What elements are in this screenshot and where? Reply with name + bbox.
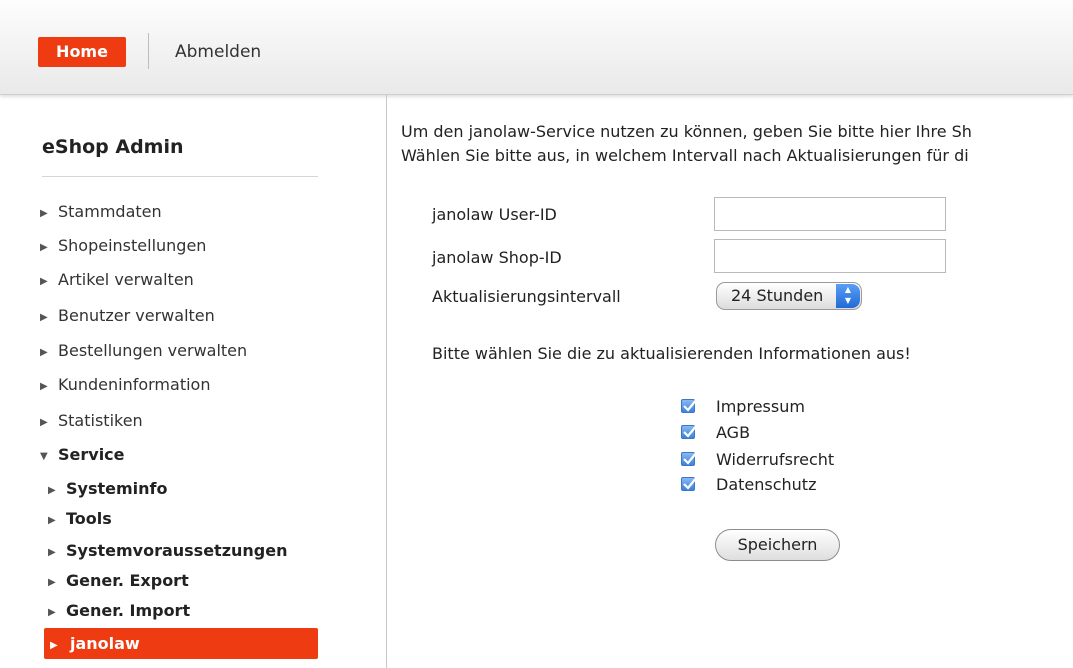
sidebar-item-label: Benutzer verwalten: [58, 306, 215, 325]
checkbox[interactable]: [681, 451, 698, 466]
sidebar-subitem-gener-import[interactable]: ▶ Gener. Import: [48, 597, 190, 625]
sidebar-item-statistiken[interactable]: ▶ Statistiken: [40, 407, 143, 435]
home-button[interactable]: Home: [38, 37, 126, 67]
checkmark-icon: [683, 424, 698, 438]
sidebar-item-service[interactable]: ▼ Service: [40, 441, 125, 469]
checkmark-icon: [683, 476, 698, 490]
sidebar-item-label: Artikel verwalten: [58, 270, 194, 289]
sidebar-title: eShop Admin: [42, 136, 184, 158]
chevron-right-icon: ▶: [40, 381, 48, 392]
instruction-text: Bitte wählen Sie die zu aktualisierenden…: [432, 344, 911, 363]
top-bar: Home Abmelden: [0, 0, 1073, 95]
interval-label: Aktualisierungsintervall: [432, 287, 621, 306]
chevron-right-icon: ▶: [40, 347, 48, 358]
top-separator: [148, 33, 149, 69]
chevron-right-icon: ▶: [40, 242, 48, 253]
checkbox-label: Datenschutz: [716, 475, 817, 494]
checkbox[interactable]: [681, 398, 698, 413]
sidebar-item-label: Stammdaten: [58, 202, 162, 221]
intro-text-line1: Um den janolaw-Service nutzen zu können,…: [401, 122, 972, 141]
sidebar-divider: [386, 95, 387, 668]
shopid-input[interactable]: [714, 239, 946, 273]
sidebar-item-label: Tools: [66, 509, 112, 528]
sidebar-item-benutzer-verwalten[interactable]: ▶ Benutzer verwalten: [40, 302, 215, 330]
userid-label: janolaw User-ID: [432, 205, 557, 224]
save-button[interactable]: Speichern: [715, 529, 840, 561]
sidebar-item-artikel-verwalten[interactable]: ▶ Artikel verwalten: [40, 266, 194, 294]
sidebar-subitem-systemvoraussetzungen[interactable]: ▶ Systemvoraussetzungen: [48, 537, 287, 565]
sidebar-subitem-tools[interactable]: ▶ Tools: [48, 505, 112, 533]
sidebar-item-kundeninformation[interactable]: ▶ Kundeninformation: [40, 371, 210, 399]
sidebar-item-label: Gener. Export: [66, 571, 189, 590]
sidebar-subitem-gener-export[interactable]: ▶ Gener. Export: [48, 567, 189, 595]
shopid-label: janolaw Shop-ID: [432, 248, 562, 267]
checkmark-icon: [683, 451, 698, 465]
sidebar-item-stammdaten[interactable]: ▶ Stammdaten: [40, 198, 162, 226]
chevron-right-icon: ▶: [48, 607, 56, 618]
intro-text-line2: Wählen Sie bitte aus, in welchem Interva…: [401, 146, 969, 165]
sidebar-item-label: Service: [58, 445, 125, 464]
userid-input[interactable]: [714, 197, 946, 231]
interval-select[interactable]: 24 Stunden ▲ ▼: [716, 282, 862, 310]
sidebar-item-bestellungen-verwalten[interactable]: ▶ Bestellungen verwalten: [40, 337, 247, 365]
sidebar-item-label: Statistiken: [58, 411, 143, 430]
chevron-right-icon: ▶: [48, 577, 56, 588]
chevron-right-icon: ▶: [40, 312, 48, 323]
chevron-down-icon: ▼: [40, 451, 48, 462]
sidebar-item-label: janolaw: [70, 634, 140, 653]
sidebar-subitem-janolaw[interactable]: ▶ janolaw: [44, 628, 318, 659]
checkbox-label: Impressum: [716, 397, 805, 416]
checkmark-icon: [683, 398, 698, 412]
sidebar-item-shopeinstellungen[interactable]: ▶ Shopeinstellungen: [40, 232, 206, 260]
sidebar-item-label: Gener. Import: [66, 601, 191, 620]
chevron-right-icon: ▶: [40, 417, 48, 428]
chevron-right-icon: ▶: [50, 640, 58, 651]
chevron-right-icon: ▶: [40, 208, 48, 219]
sidebar-item-label: Systeminfo: [66, 479, 168, 498]
sidebar-rule: [42, 176, 318, 177]
checkbox[interactable]: [681, 424, 698, 439]
interval-select-value: 24 Stunden: [731, 286, 824, 305]
chevron-right-icon: ▶: [40, 276, 48, 287]
sidebar-item-label: Systemvoraussetzungen: [66, 541, 288, 560]
sidebar-item-label: Kundeninformation: [58, 375, 211, 394]
sidebar-subitem-systeminfo[interactable]: ▶ Systeminfo: [48, 475, 167, 503]
logout-link[interactable]: Abmelden: [175, 38, 261, 66]
checkbox[interactable]: [681, 476, 698, 491]
chevron-right-icon: ▶: [48, 547, 56, 558]
sidebar-item-label: Bestellungen verwalten: [58, 341, 248, 360]
checkbox-label: Widerrufsrecht: [716, 450, 835, 469]
chevron-right-icon: ▶: [48, 515, 56, 526]
chevron-right-icon: ▶: [48, 485, 56, 496]
sidebar-item-label: Shopeinstellungen: [58, 236, 207, 255]
checkbox-label: AGB: [716, 423, 751, 442]
select-stepper-icon: ▲ ▼: [836, 284, 860, 308]
